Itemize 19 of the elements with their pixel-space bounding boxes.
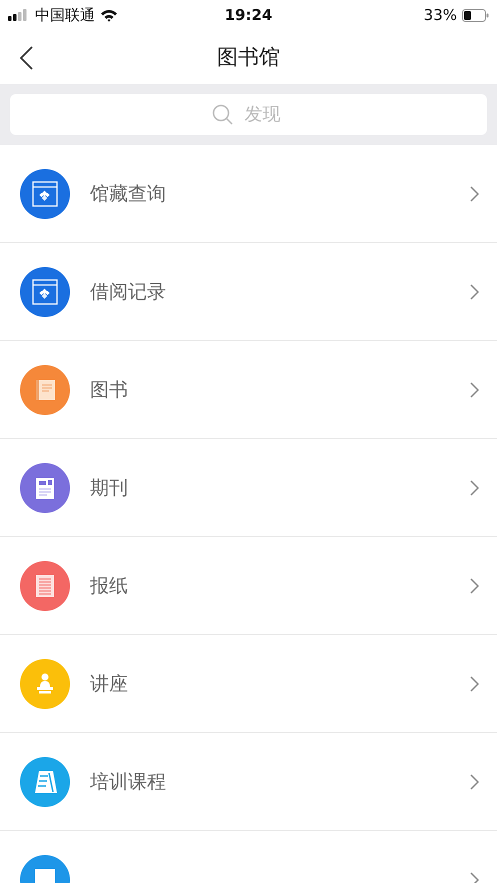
status-time: 19:24 — [224, 6, 272, 24]
menu-item[interactable]: 报纸 — [0, 537, 497, 635]
menu-label: 培训课程 — [90, 770, 167, 794]
menu-label: 期刊 — [90, 476, 129, 500]
menu-item[interactable]: 馆藏查询 — [0, 145, 497, 243]
search-field[interactable]: 发现 — [10, 94, 487, 135]
page-title: 图书馆 — [217, 44, 280, 71]
menu-label: 报纸 — [90, 574, 129, 598]
menu-item[interactable]: 借阅记录 — [0, 243, 497, 341]
menu-label: 图书 — [90, 378, 129, 402]
battery-percent: 33% — [424, 6, 457, 24]
menu-label: 讲座 — [90, 672, 129, 696]
menu-item[interactable]: 培训课程 — [0, 733, 497, 831]
menu-item[interactable]: 图书 — [0, 341, 497, 439]
carrier-name: 中国联通 — [35, 6, 95, 24]
menu-item[interactable]: 讲座 — [0, 635, 497, 733]
menu-label: 借阅记录 — [90, 280, 167, 304]
menu-label: 馆藏查询 — [90, 182, 167, 206]
menu-item[interactable]: 期刊 — [0, 439, 497, 537]
